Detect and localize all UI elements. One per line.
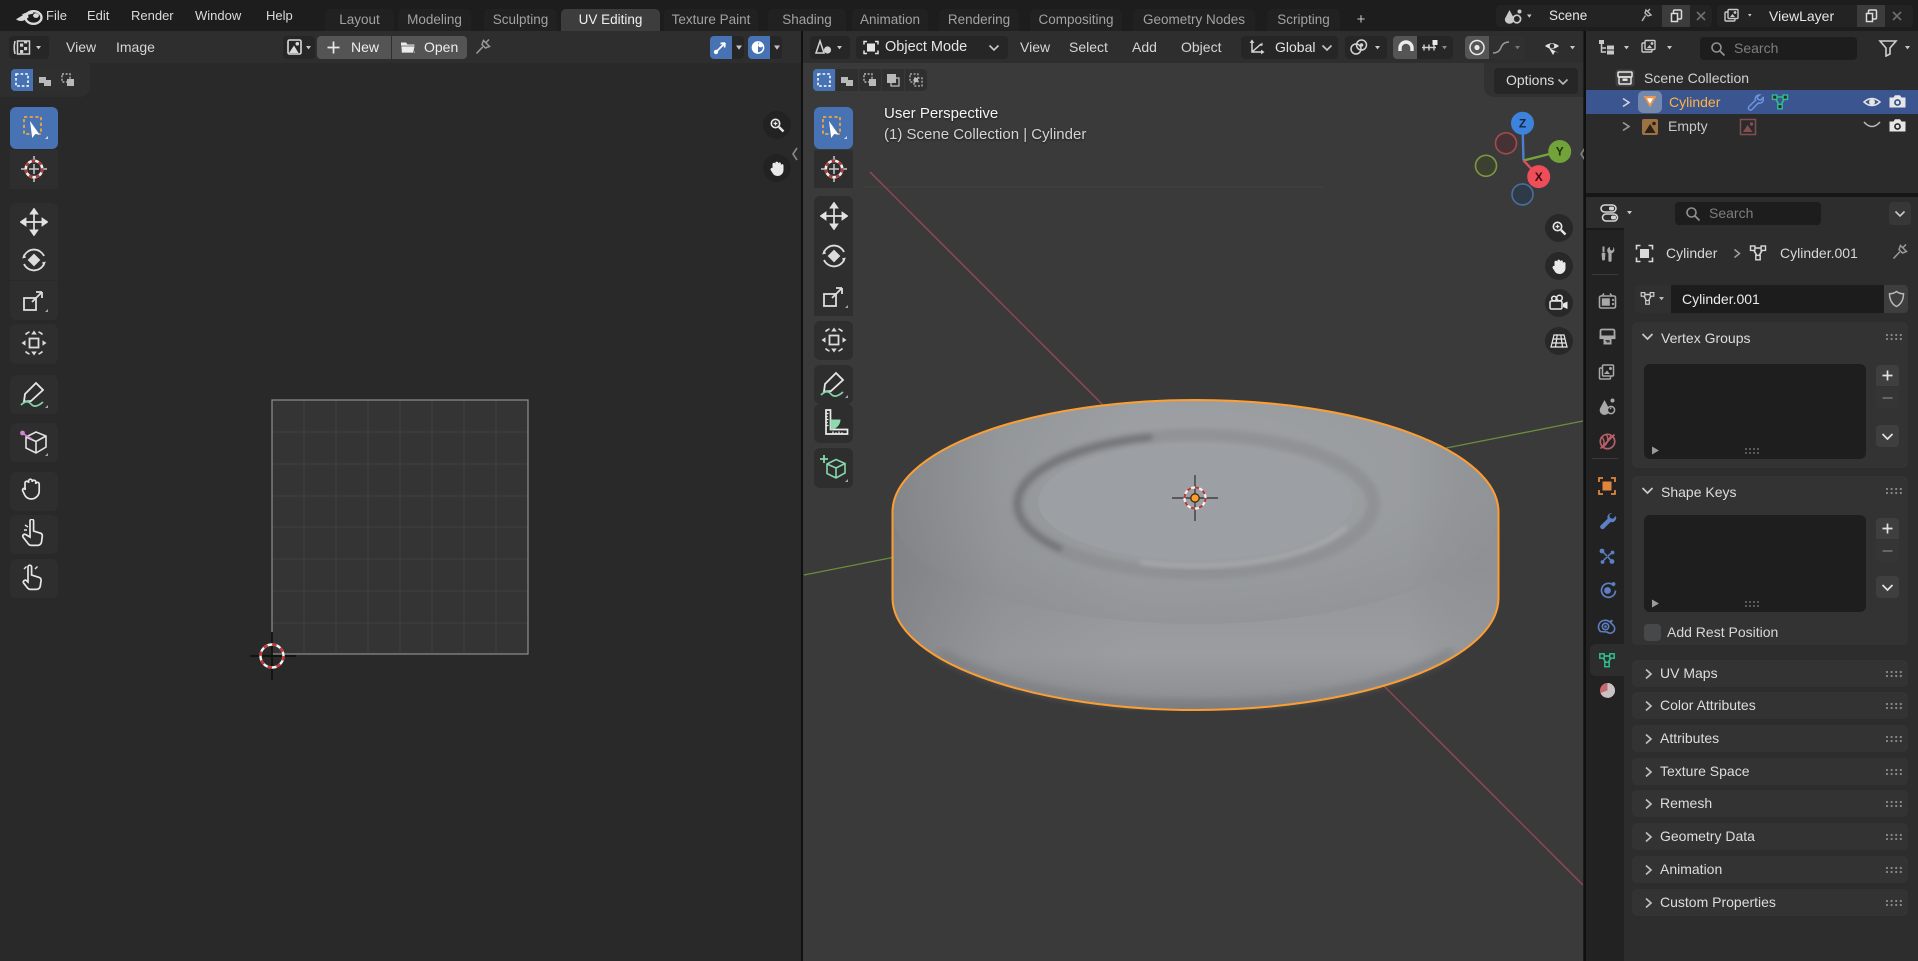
svg-text:Z: Z — [1519, 117, 1526, 131]
svg-text:Y: Y — [1556, 145, 1564, 159]
svg-text:X: X — [1535, 170, 1543, 184]
